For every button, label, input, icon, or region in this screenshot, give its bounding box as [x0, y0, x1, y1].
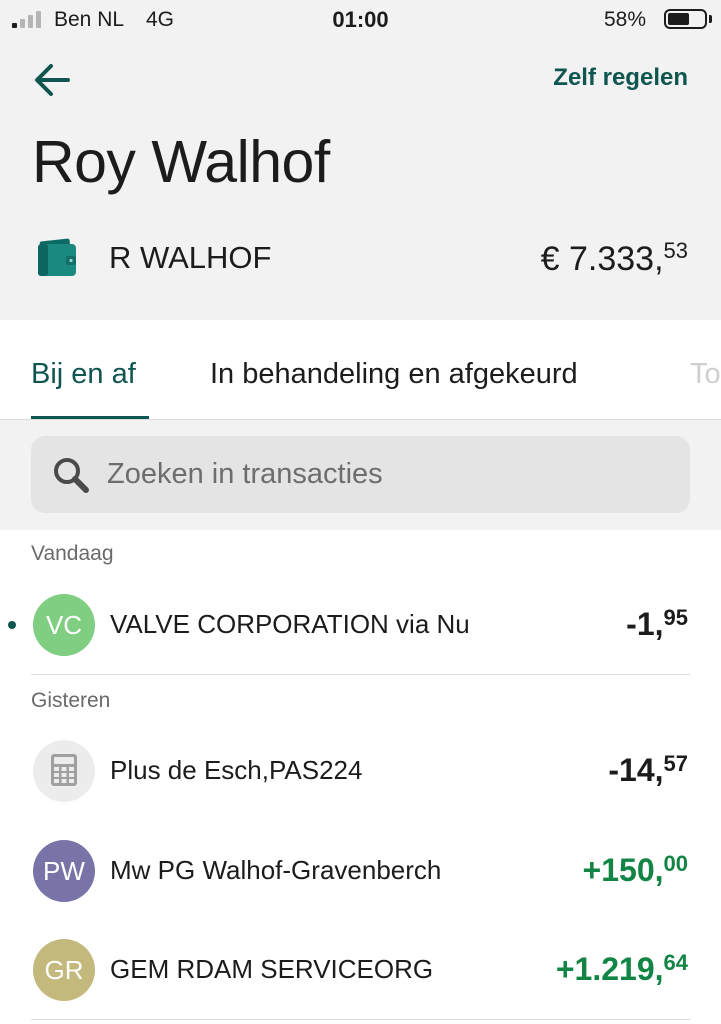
- balance-main: € 7.333,: [540, 240, 664, 278]
- transaction-amount: +1.219,64: [556, 950, 688, 988]
- amount-cents: 57: [663, 751, 688, 776]
- header: Ben NL 4G 01:00 58% Zelf regelen Roy Wal…: [0, 0, 721, 320]
- status-bar: Ben NL 4G 01:00 58%: [0, 0, 721, 40]
- back-button[interactable]: [30, 60, 78, 100]
- tab-bij-en-af[interactable]: Bij en af: [31, 358, 136, 391]
- divider: [31, 674, 690, 675]
- avatar: GR: [33, 939, 95, 1001]
- transaction-row[interactable]: PW Mw PG Walhof-Gravenberch +150,00: [0, 821, 721, 921]
- search-area: [0, 420, 721, 530]
- battery-percent: 58%: [604, 8, 647, 31]
- amount-main: -1,: [626, 606, 664, 642]
- divider: [31, 1019, 690, 1020]
- transaction-name: GEM RDAM SERVICEORG: [110, 954, 434, 984]
- search-icon: [54, 458, 89, 493]
- amount-cents: 64: [663, 950, 688, 975]
- avatar: [33, 740, 95, 802]
- transaction-row[interactable]: Plus de Esch,PAS224 -14,57: [0, 721, 721, 821]
- transaction-amount: +150,00: [583, 851, 688, 889]
- tab-to[interactable]: To: [690, 358, 721, 391]
- page-title: Roy Walhof: [32, 129, 330, 195]
- section-label-vandaag: Vandaag: [31, 542, 114, 565]
- transaction-name: Plus de Esch,PAS224: [110, 755, 363, 785]
- amount-cents: 95: [663, 605, 688, 630]
- transaction-row[interactable]: GR GEM RDAM SERVICEORG +1.219,64: [0, 920, 721, 1020]
- amount-main: +150,: [582, 852, 664, 888]
- account-balance: € 7.333,53: [541, 238, 688, 279]
- tab-in-behandeling[interactable]: In behandeling en afgekeurd: [210, 358, 578, 391]
- wallet-icon: [38, 238, 76, 276]
- arrow-left-icon: [35, 64, 70, 96]
- transaction-name: VALVE CORPORATION via Nu: [110, 609, 470, 639]
- amount-cents: 00: [663, 851, 688, 876]
- zelf-regelen-link[interactable]: Zelf regelen: [553, 64, 688, 92]
- account-row[interactable]: R WALHOF € 7.333,53: [0, 226, 721, 292]
- tab-bar: Bij en af In behandeling en afgekeurd To: [0, 320, 721, 420]
- amount-main: -14,: [608, 752, 664, 788]
- battery-icon: [664, 9, 707, 29]
- section-label-gisteren: Gisteren: [31, 689, 111, 712]
- calculator-icon: [51, 754, 77, 786]
- transaction-amount: -14,57: [608, 751, 688, 789]
- avatar: VC: [33, 594, 95, 656]
- transaction-amount: -1,95: [626, 605, 688, 643]
- balance-cents: 53: [663, 238, 688, 263]
- battery-tip: [709, 15, 712, 23]
- transaction-row[interactable]: VC VALVE CORPORATION via Nu -1,95: [0, 575, 721, 675]
- avatar: PW: [33, 840, 95, 902]
- account-name: R WALHOF: [109, 240, 272, 275]
- transaction-name: Mw PG Walhof-Gravenberch: [110, 855, 442, 885]
- unread-indicator: [8, 621, 16, 629]
- amount-main: +1.219,: [555, 951, 664, 987]
- search-input[interactable]: [107, 436, 667, 513]
- search-box[interactable]: [31, 436, 690, 513]
